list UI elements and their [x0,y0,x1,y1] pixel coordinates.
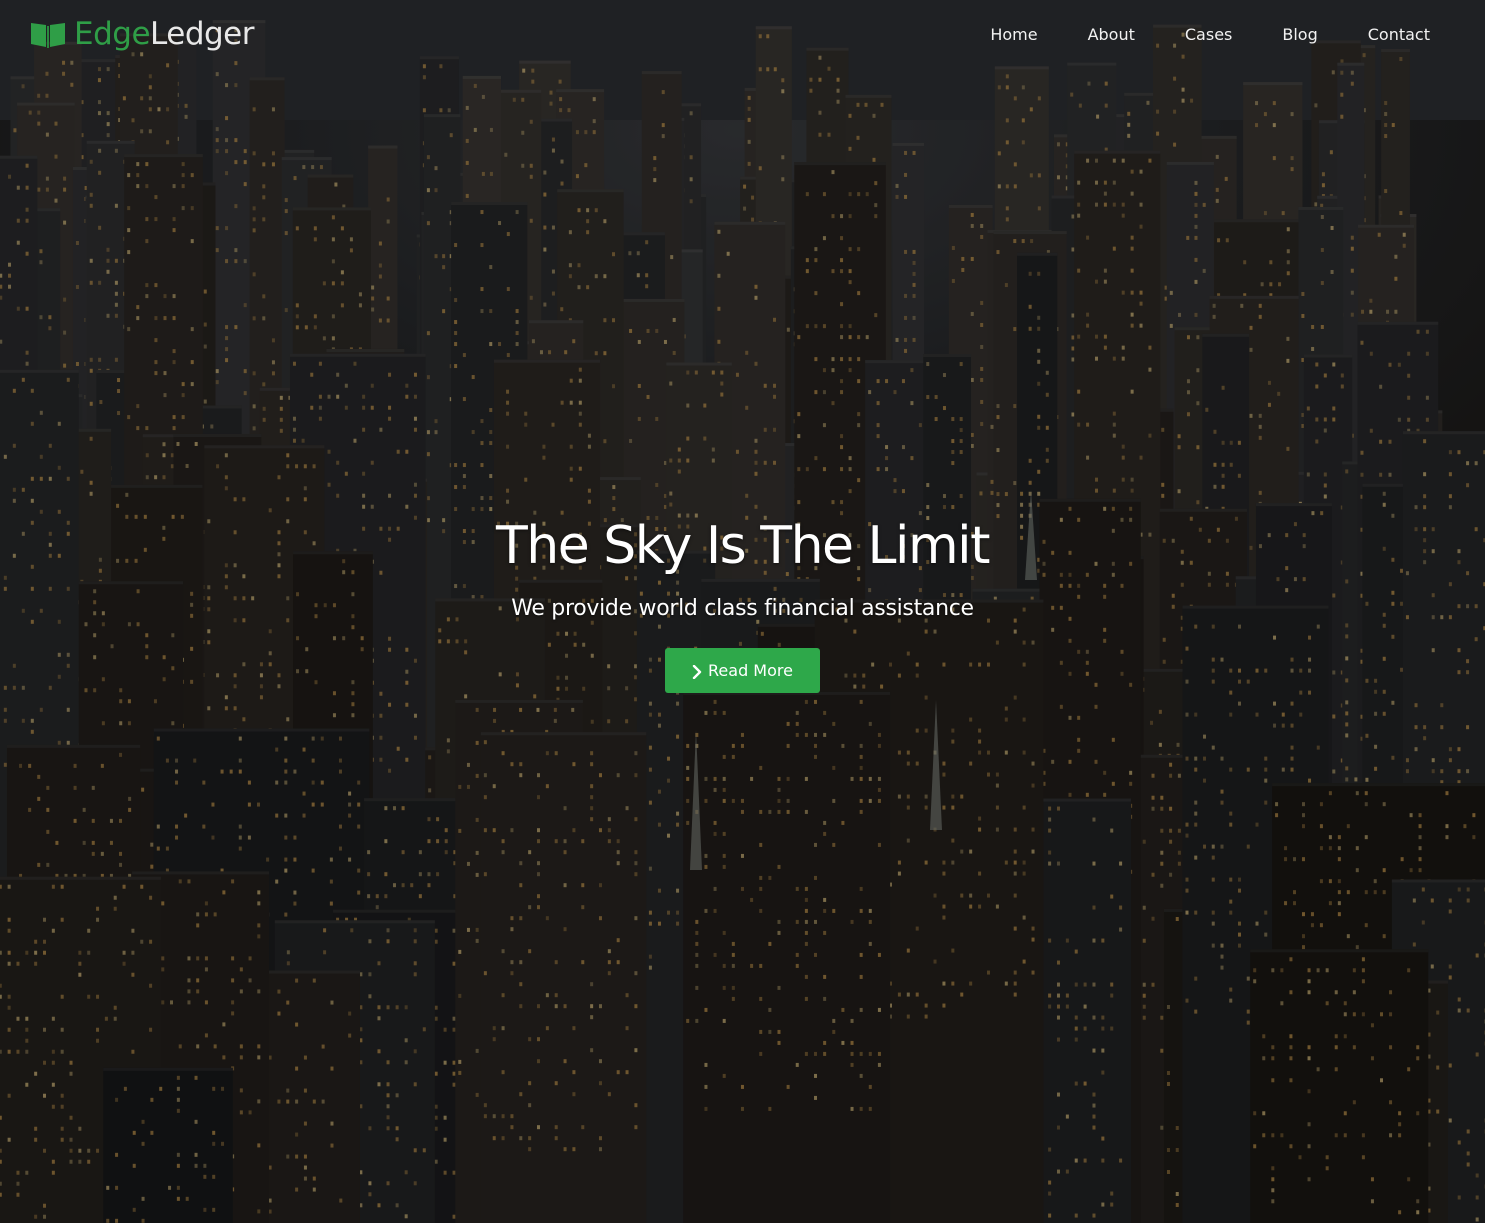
nav-link-cases[interactable]: Cases [1135,24,1233,46]
open-book-icon [30,19,66,49]
read-more-label: Read More [708,661,793,680]
chevron-right-icon [692,664,702,679]
nav-link-home[interactable]: Home [940,24,1037,46]
nav-menu: Home About Cases Blog Contact [940,24,1430,46]
read-more-button[interactable]: Read More [665,648,820,693]
hero-title: The Sky Is The Limit [496,516,990,576]
nav-link-blog[interactable]: Blog [1232,24,1317,46]
hero-subtitle: We provide world class financial assista… [511,596,974,621]
nav-link-contact[interactable]: Contact [1318,24,1430,46]
nav-link-about[interactable]: About [1038,24,1135,46]
top-navbar: EdgeLedger Home About Cases Blog Contact [0,0,1485,72]
hero-section: The Sky Is The Limit We provide world cl… [0,510,1485,693]
brand-logo-link[interactable]: EdgeLedger [30,14,254,54]
brand-name: EdgeLedger [74,14,254,54]
brand-name-part-1: Edge [74,16,151,52]
brand-name-part-2: Ledger [150,16,254,52]
